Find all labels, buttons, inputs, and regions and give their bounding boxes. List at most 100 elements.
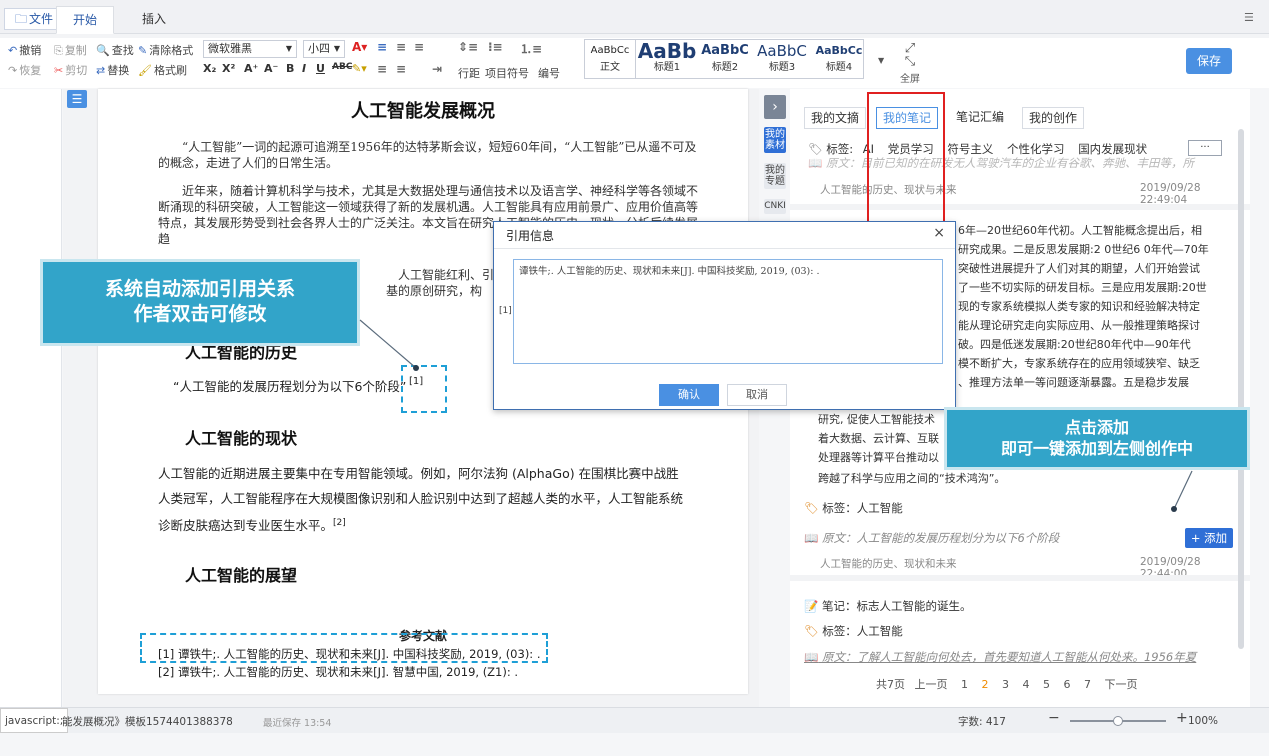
italic-icon[interactable]: I [302,62,306,75]
confirm-button[interactable]: 确认 [659,384,719,406]
page-link-current[interactable]: 2 [982,678,989,691]
card2-source-text: 原文：人工智能的发展历程划分为以下6个阶段 [821,531,1060,545]
format-painter-button[interactable]: 🖌 格式刷 [138,62,187,78]
prev-page-button[interactable]: 上一页 [915,678,948,691]
zoom-out-button[interactable]: − [1048,710,1060,726]
status-line-1[interactable]: 人工智能的近期进展主要集中在专用智能领域。例如，阿尔法狗 (AlphaGo) 在… [158,461,718,486]
strikethrough-icon[interactable]: ABC [332,62,352,72]
redo-button[interactable]: ↷ 恢复 [8,62,41,78]
copy-button[interactable]: ⎘ 复制 [54,42,87,58]
card2-text: 6年—20世纪60年代初。人工智能概念提出后，相 研究成果。二是反思发展期:2 … [958,224,1209,389]
collapse-ribbon-icon[interactable]: ☰ [1244,11,1254,24]
indent-icon[interactable]: ⇥ [432,62,442,76]
tag-item[interactable]: 个性化学习 [1007,142,1065,156]
card2-line12: 处理器等计算平台推动以 [818,451,939,464]
underline-icon[interactable]: U [316,62,325,75]
reference-2[interactable]: [2] 谭铁牛;. 人工智能的历史、现状和未来[J]. 智慧中国, 2019, … [158,664,518,681]
doc-paragraph-3b[interactable]: 基的原创研究，构 [386,283,506,299]
outline-toggle-icon[interactable]: ☰ [67,90,87,108]
note-icon: 📝 [804,599,819,613]
fullscreen-button[interactable]: ⤢ ⤡ 全屏 [900,42,920,86]
panel-scrollbar[interactable] [1238,129,1244,649]
numbering-icon[interactable]: ⒈≡ [520,40,542,57]
tab-my-creation[interactable]: 我的创作 [1022,107,1085,129]
citation-2[interactable]: [2] [333,518,346,528]
superscript-icon[interactable]: X² [222,62,235,75]
font-color-icon[interactable]: A▾ [352,40,367,54]
tab-start[interactable]: 开始 [56,6,114,34]
brush-icon: 🖌 [138,64,152,77]
add-to-creation-button[interactable]: + 添加 [1185,528,1233,548]
align-left-icon[interactable]: ≡ [377,40,387,54]
ribbon: 🗀 文件 开始 插入 ☰ ↶ 撤销 ⎘ 复制 🔍 查找 ✎ 清除格式 ↷ 恢复 ✂ 剪切 ⇄ 替… [0,0,1269,88]
status-line-2[interactable]: 人类冠军，人工智能程序在大规模图像识别和人脸识别中达到了超越人类的水平，人工智能… [158,486,718,511]
style-heading1[interactable]: AaBb 标题1 [636,40,698,74]
heading-outlook[interactable]: 人工智能的展望 [185,562,297,586]
cancel-button[interactable]: 取消 [727,384,787,406]
next-page-button[interactable]: 下一页 [1105,678,1138,691]
highlight-icon[interactable]: ✎▾ [352,62,367,75]
status-line-3[interactable]: 诊断皮肤癌达到专业医生水平。[2] [158,511,346,538]
styles-dropdown-icon[interactable]: ▼ [878,56,884,65]
close-icon[interactable]: × [933,225,945,241]
save-button[interactable]: 保存 [1186,48,1232,74]
tab-cnki[interactable]: CNKI [764,199,786,214]
page-link[interactable]: 7 [1084,678,1091,691]
cut-button[interactable]: ✂ 剪切 [54,62,87,78]
tab-my-topic[interactable]: 我的专题 [764,163,786,189]
replace-button[interactable]: ⇄ 替换 [96,62,129,78]
callout-right-pointer [1171,470,1193,512]
card3-tag-text: 标签：人工智能 [822,624,903,638]
clear-format-button[interactable]: ✎ 清除格式 [138,42,193,58]
tab-insert[interactable]: 插入 [132,6,176,34]
justify-icon[interactable]: ≡ [377,62,387,76]
distribute-icon[interactable]: ≡ [396,62,406,76]
undo-button[interactable]: ↶ 撤销 [8,42,41,58]
replace-icon: ⇄ [96,64,106,77]
doc-title[interactable]: 人工智能发展概况 [98,97,748,123]
zoom-level: 100% [1188,715,1219,727]
tag-item[interactable]: 国内发展现状 [1078,142,1147,156]
zoom-in-button[interactable]: + [1176,710,1188,726]
style-heading4[interactable]: AaBbCc 标题4 [812,40,866,74]
align-right-icon[interactable]: ≡ [414,40,424,54]
doc-paragraph-1[interactable]: “人工智能”一词的起源可追溯至1956年的达特茅斯会议，短短60年间，“人工智能… [158,139,698,171]
tags-label: 标签: [826,142,854,156]
tab-note-collection[interactable]: 笔记汇编 [950,107,1011,129]
callout-left-line1: 系统自动添加引用关系 [104,278,295,300]
callout-right-line2: 即可一键添加到左侧创作中 [1000,439,1193,458]
font-name-select[interactable]: 微软雅黑 ▼ [203,40,297,58]
ribbon-tabbar: 🗀 文件 开始 插入 ☰ [0,0,1269,34]
grow-font-icon[interactable]: A⁺ [244,62,258,75]
chevron-down-icon: ▼ [333,44,340,53]
line-spacing-icon[interactable]: ⇕≡ [458,40,478,54]
tab-my-excerpts[interactable]: 我的文摘 [804,107,867,129]
more-tags-button[interactable]: ··· [1188,140,1222,156]
chevron-down-icon: ▼ [285,44,292,53]
font-size-select[interactable]: 小四 ▼ [303,40,345,58]
tag-icon: 🏷 [808,142,823,156]
style-heading3[interactable]: AaBbC 标题3 [752,40,812,74]
find-button[interactable]: 🔍 查找 [96,42,134,58]
tag-item[interactable]: 符号主义 [947,142,993,156]
page-link[interactable]: 1 [961,678,968,691]
outline-strip [0,89,62,707]
style-heading2[interactable]: AaBbC 标题2 [698,40,752,74]
page-link[interactable]: 3 [1002,678,1009,691]
eraser-icon: ✎ [138,44,148,57]
style-normal[interactable]: AaBbCc 正文 [584,39,636,79]
collapse-panel-button[interactable]: › [764,95,786,119]
page-link[interactable]: 6 [1064,678,1071,691]
page-link[interactable]: 5 [1043,678,1050,691]
bold-icon[interactable]: B [286,62,294,75]
tab-my-material[interactable]: 我的素材 [764,127,786,153]
page-link[interactable]: 4 [1023,678,1030,691]
shrink-font-icon[interactable]: A⁻ [264,62,278,75]
citation-textarea[interactable]: 谭铁牛;. 人工智能的历史、现状和未来[J]. 中国科技奖励, 2019, (0… [513,259,943,364]
bullets-icon[interactable]: ⁝≡ [488,40,503,54]
dialog-ref-index: [1] [499,306,512,316]
heading-status[interactable]: 人工智能的现状 [185,425,297,449]
subscript-icon[interactable]: X₂ [203,62,216,75]
align-center-icon[interactable]: ≡ [396,40,406,54]
zoom-slider-handle[interactable] [1113,716,1123,726]
